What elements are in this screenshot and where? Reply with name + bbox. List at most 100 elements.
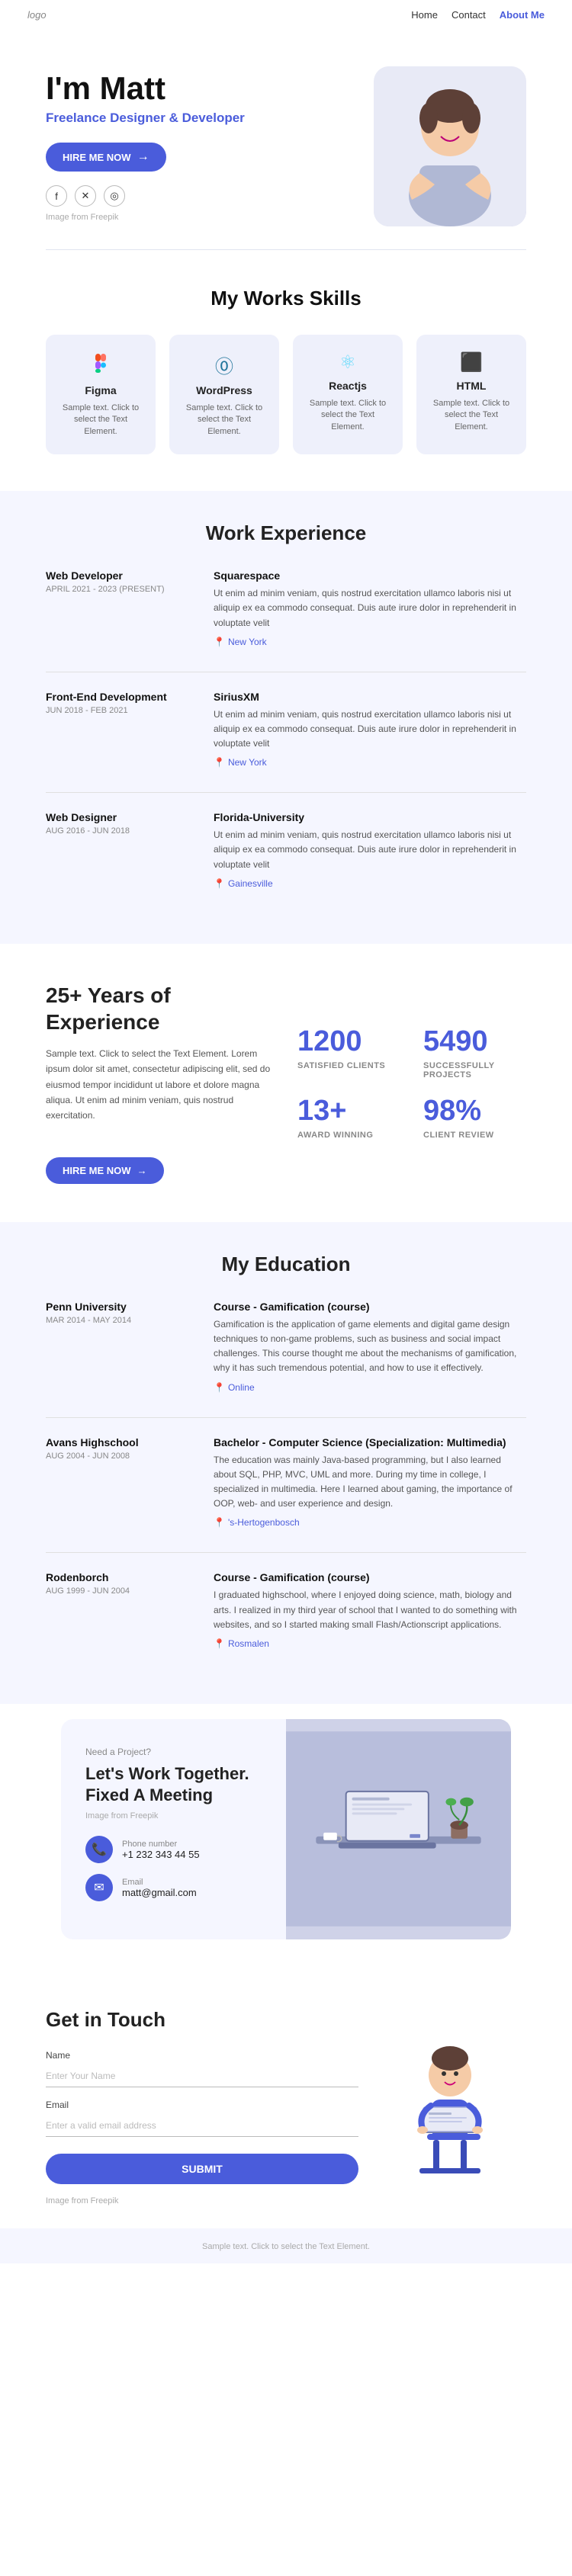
nav-links: Home Contact About Me: [411, 9, 545, 21]
email-input[interactable]: [46, 2114, 358, 2137]
stat-label-review: CLIENT REVIEW: [423, 1131, 526, 1140]
company-0: Squarespace: [214, 569, 526, 582]
submit-button[interactable]: SUBMIT: [46, 2154, 358, 2184]
stat-num-review: 98%: [423, 1095, 526, 1128]
email-icon: ✉: [94, 1880, 104, 1895]
work-entry-2: Web Designer AUG 2016 - JUN 2018 Florida…: [46, 811, 526, 889]
school-0: Penn University: [46, 1301, 198, 1313]
school-2: Rodenborch: [46, 1571, 198, 1583]
hire-me-hero-button[interactable]: HIRE ME NOW →: [46, 143, 166, 172]
email-field-group: Email: [46, 2100, 358, 2137]
edu-desc-0: Gamification is the application of game …: [214, 1317, 526, 1376]
skill-desc-wordpress: Sample text. Click to select the Text El…: [182, 403, 267, 438]
location-pin-edu-0: 📍: [214, 1382, 225, 1393]
social-icons: f ✕ ◎: [46, 185, 245, 207]
edu-location-0: 📍 Online: [214, 1382, 526, 1393]
stat-num-clients: 1200: [297, 1025, 400, 1058]
company-2: Florida-University: [214, 811, 526, 823]
work-desc-1: Ut enim ad minim veniam, quis nostrud ex…: [214, 707, 526, 752]
skill-desc-react: Sample text. Click to select the Text El…: [305, 398, 390, 433]
stat-label-clients: SATISFIED CLIENTS: [297, 1061, 400, 1070]
work-title: Work Experience: [46, 521, 526, 545]
navbar: logo Home Contact About Me: [0, 0, 572, 30]
contact-form-area: Get in Touch Name Email SUBMIT Image fro…: [46, 2008, 358, 2205]
edu-location-2: 📍 Rosmalen: [214, 1638, 526, 1649]
location-pin-icon-1: 📍: [214, 757, 225, 768]
work-desc-0: Ut enim ad minim veniam, quis nostrud ex…: [214, 586, 526, 630]
facebook-icon[interactable]: f: [46, 185, 67, 207]
job-date-0: APRIL 2021 - 2023 (PRESENT): [46, 585, 198, 594]
job-title-1: Front-End Development: [46, 691, 198, 703]
instagram-icon[interactable]: ◎: [104, 185, 125, 207]
skills-title: My Works Skills: [46, 287, 526, 310]
hire-me-stats-button[interactable]: HIRE ME NOW →: [46, 1157, 164, 1184]
work-desc-2: Ut enim ad minim veniam, quis nostrud ex…: [214, 828, 526, 872]
email-label: Email: [122, 1878, 197, 1887]
name-input[interactable]: [46, 2064, 358, 2087]
email-value: matt@gmail.com: [122, 1887, 197, 1898]
cta-phone-row: 📞 Phone number +1 232 343 44 55: [85, 1836, 262, 1863]
phone-value: +1 232 343 44 55: [122, 1849, 200, 1860]
job-title-2: Web Designer: [46, 811, 198, 823]
cta-container: Need a Project? Let's Work Together. Fix…: [31, 1719, 541, 1939]
footer-text: Sample text. Click to select the Text El…: [202, 2242, 370, 2251]
course-1: Bachelor - Computer Science (Specializat…: [214, 1436, 526, 1448]
stats-left: 25+ Years of Experience Sample text. Cli…: [46, 982, 275, 1184]
edu-location-1: 📍 's-Hertogenbosch: [214, 1517, 526, 1528]
name-field-group: Name: [46, 2050, 358, 2087]
stat-clients: 1200 SATISFIED CLIENTS: [297, 1025, 400, 1079]
hero-tagline: Freelance Designer & Developer: [46, 111, 245, 126]
nav-home[interactable]: Home: [411, 9, 438, 21]
edu-entry-2: Rodenborch AUG 1999 - JUN 2004 Course - …: [46, 1571, 526, 1649]
cta-label: Need a Project?: [85, 1747, 262, 1757]
nav-about[interactable]: About Me: [500, 9, 545, 21]
edu-date-0: MAR 2014 - MAY 2014: [46, 1316, 198, 1325]
hero-image: [374, 66, 526, 226]
edu-divider-0: [46, 1417, 526, 1418]
skill-card-html[interactable]: ⬛ HTML Sample text. Click to select the …: [416, 335, 526, 454]
cta-heading: Let's Work Together. Fixed A Meeting: [85, 1763, 262, 1807]
skill-card-wordpress[interactable]: ⓪ WordPress Sample text. Click to select…: [169, 335, 279, 454]
twitter-icon[interactable]: ✕: [75, 185, 96, 207]
stat-projects: 5490 SUCCESSFULLY PROJECTS: [423, 1025, 526, 1079]
wordpress-icon: ⓪: [215, 351, 233, 378]
react-icon: ⚛: [339, 351, 356, 374]
stat-label-awards: AWARD WINNING: [297, 1131, 400, 1140]
nav-logo: logo: [27, 9, 47, 21]
hero-text: I'm Matt Freelance Designer & Developer …: [46, 71, 245, 222]
stat-awards: 13+ AWARD WINNING: [297, 1095, 400, 1140]
hero-image-credit: Image from Freepik: [46, 213, 245, 222]
stats-description: Sample text. Click to select the Text El…: [46, 1046, 275, 1124]
edu-date-2: AUG 1999 - JUN 2004: [46, 1586, 198, 1596]
contact-figure: [374, 2008, 526, 2183]
arrow-icon: →: [137, 150, 149, 164]
nav-contact[interactable]: Contact: [451, 9, 486, 21]
edu-desc-1: The education was mainly Java-based prog…: [214, 1453, 526, 1512]
hero-name: I'm Matt: [46, 71, 245, 106]
job-date-1: JUN 2018 - FEB 2021: [46, 706, 198, 715]
skill-name-react: Reactjs: [329, 380, 367, 392]
name-label: Name: [46, 2050, 358, 2061]
work-experience-section: Work Experience Web Developer APRIL 2021…: [0, 491, 572, 944]
skills-section: My Works Skills Figma Sample text. Click…: [0, 250, 572, 491]
contact-section: Get in Touch Name Email SUBMIT Image fro…: [0, 1970, 572, 2228]
skills-grid: Figma Sample text. Click to select the T…: [46, 335, 526, 454]
html-icon: ⬛: [460, 351, 483, 374]
work-entry-1: Front-End Development JUN 2018 - FEB 202…: [46, 691, 526, 768]
skill-card-react[interactable]: ⚛ Reactjs Sample text. Click to select t…: [293, 335, 403, 454]
edu-date-1: AUG 2004 - JUN 2008: [46, 1452, 198, 1461]
location-pin-icon-2: 📍: [214, 878, 225, 889]
stat-num-awards: 13+: [297, 1095, 400, 1128]
skill-name-wordpress: WordPress: [196, 384, 252, 396]
arrow-icon-stats: →: [137, 1165, 147, 1176]
skill-card-figma[interactable]: Figma Sample text. Click to select the T…: [46, 335, 156, 454]
footer: Sample text. Click to select the Text El…: [0, 2228, 572, 2263]
edu-desc-2: I graduated highschool, where I enjoyed …: [214, 1588, 526, 1632]
skill-name-html: HTML: [457, 380, 487, 392]
phone-icon: 📞: [92, 1842, 107, 1857]
cta-email-row: ✉ Email matt@gmail.com: [85, 1874, 262, 1901]
work-entry-0: Web Developer APRIL 2021 - 2023 (PRESENT…: [46, 569, 526, 647]
location-pin-edu-2: 📍: [214, 1638, 225, 1649]
work-location-0: 📍 New York: [214, 637, 526, 647]
email-label: Email: [46, 2100, 358, 2110]
